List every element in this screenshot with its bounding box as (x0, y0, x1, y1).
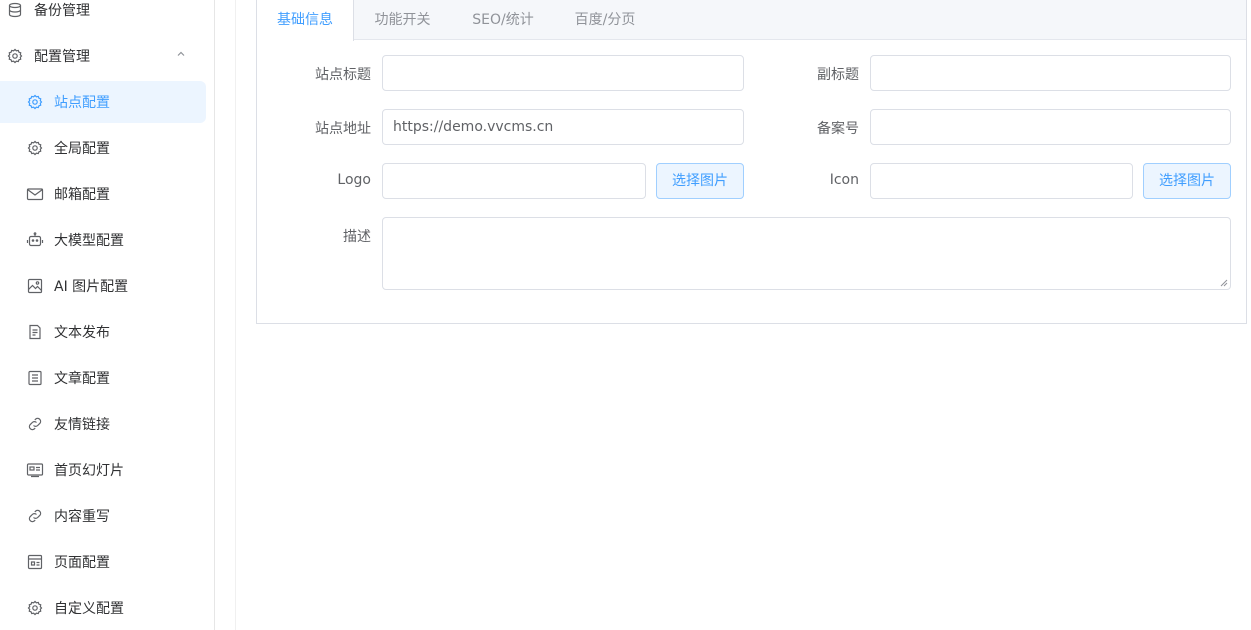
gear-icon (26, 599, 44, 617)
robot-icon (26, 231, 44, 249)
sidebar-item-label: 自定义配置 (54, 601, 124, 617)
sidebar-item-ai-image-config[interactable]: AI 图片配置 (0, 265, 206, 307)
site-url-label: 站点地址 (315, 121, 371, 137)
tab-seo-stats[interactable]: SEO/统计 (451, 0, 555, 40)
gear-icon (26, 139, 44, 157)
gear-icon (26, 93, 44, 111)
sidebar-item-friend-links[interactable]: 友情链接 (0, 403, 206, 445)
sidebar-item-label: 大模型配置 (54, 233, 124, 249)
image-icon (26, 277, 44, 295)
icon-input[interactable] (870, 163, 1133, 199)
sidebar-item-label: AI 图片配置 (54, 279, 129, 295)
sidebar-item-label: 站点配置 (54, 95, 110, 111)
tab-label: 百度/分页 (574, 12, 636, 28)
tab-label: 功能开关 (374, 12, 431, 28)
sidebar-item-global-config[interactable]: 全局配置 (0, 127, 206, 169)
page-icon (26, 553, 44, 571)
article-icon (26, 369, 44, 387)
tab-feature-switches[interactable]: 功能开关 (354, 0, 451, 40)
sidebar-item-home-slides[interactable]: 首页幻灯片 (0, 449, 206, 491)
subtitle-input[interactable] (870, 55, 1231, 91)
site-title-input[interactable] (382, 55, 744, 91)
sidebar-item-label: 首页幻灯片 (54, 463, 124, 479)
slides-icon (26, 461, 44, 479)
sidebar-item-label: 邮箱配置 (54, 187, 110, 203)
sidebar-item-label: 页面配置 (54, 555, 110, 571)
sidebar-item-mail-config[interactable]: 邮箱配置 (0, 173, 206, 215)
site-title-label: 站点标题 (315, 67, 371, 83)
logo-input[interactable] (382, 163, 646, 199)
link-icon (26, 415, 44, 433)
link-icon (26, 507, 44, 525)
sidebar-item-label: 全局配置 (54, 141, 110, 157)
sidebar-item-label: 文本发布 (54, 325, 110, 341)
database-icon (6, 1, 24, 19)
sidebar-item-article-config[interactable]: 文章配置 (0, 357, 206, 399)
sidebar-item-label: 友情链接 (54, 417, 110, 433)
sidebar-item-label: 配置管理 (34, 49, 90, 65)
sidebar-item-content-rewrite[interactable]: 内容重写 (0, 495, 206, 537)
sidebar-item-label: 备份管理 (34, 3, 90, 19)
icp-label: 备案号 (817, 121, 859, 137)
sidebar-item-page-config[interactable]: 页面配置 (0, 541, 206, 583)
sidebar-item-label: 文章配置 (54, 371, 110, 387)
tab-label: SEO/统计 (472, 12, 534, 28)
subtitle-label: 副标题 (817, 67, 859, 83)
sidebar-item-label: 内容重写 (54, 509, 110, 525)
mail-icon (26, 185, 44, 203)
sidebar-item-custom-config[interactable]: 自定义配置 (0, 587, 206, 629)
tab-bar: 基础信息 功能开关 SEO/统计 百度/分页 (257, 0, 1246, 41)
sidebar-item-text-publish[interactable]: 文本发布 (0, 311, 206, 353)
logo-select-image-button[interactable]: 选择图片 (656, 163, 744, 199)
gear-icon (6, 47, 24, 65)
icon-select-image-button[interactable]: 选择图片 (1143, 163, 1231, 199)
sidebar-item-site-config[interactable]: 站点配置 (0, 81, 206, 123)
sidebar-item-backup[interactable]: 备份管理 (0, 0, 206, 31)
resize-handle-icon[interactable] (1220, 279, 1228, 287)
icon-label: Icon (829, 172, 859, 188)
logo-label: Logo (337, 172, 371, 188)
settings-card: 基础信息 功能开关 SEO/统计 百度/分页 站点标题 副标题 站点地址 备案号… (256, 0, 1247, 324)
sidebar: 备份管理 配置管理 站点配置 全局配置 邮箱配置 大模型配置 AI 图片配置 文… (0, 0, 215, 630)
description-textarea[interactable] (382, 217, 1231, 290)
tab-label: 基础信息 (277, 12, 333, 28)
site-url-input[interactable] (382, 109, 744, 145)
chevron-up-icon (176, 49, 186, 59)
tab-baidu-pagination[interactable]: 百度/分页 (555, 0, 655, 40)
sidebar-gutter (216, 0, 236, 630)
description-label: 描述 (343, 229, 371, 245)
sidebar-group-config[interactable]: 配置管理 (0, 35, 206, 77)
tab-basic-info[interactable]: 基础信息 (257, 0, 354, 41)
sidebar-item-llm-config[interactable]: 大模型配置 (0, 219, 206, 261)
document-icon (26, 323, 44, 341)
icp-input[interactable] (870, 109, 1231, 145)
